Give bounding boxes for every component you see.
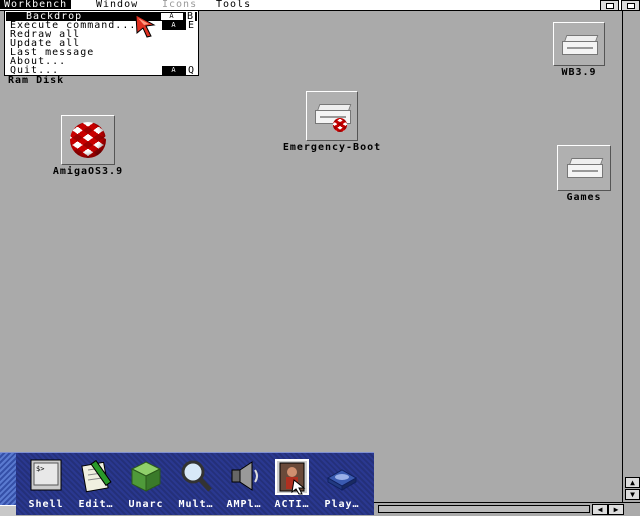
screen-gadgets [598,0,640,11]
menu-tools[interactable]: Tools [212,0,255,10]
amiga-key-icon: A [161,21,186,30]
boot-drive-icon [306,91,358,141]
menu-workbench[interactable]: Workbench [0,0,72,10]
horizontal-scrollbar[interactable]: ◀ ▶ [374,502,640,515]
amiga-key-icon: A [159,12,184,21]
speaker-icon [231,461,258,491]
dock-item-mult[interactable]: Mult… [172,455,220,513]
shortcut: A E [161,20,195,31]
archive-cube-icon [130,461,162,492]
vertical-scrollbar[interactable]: ▲ ▼ [622,10,640,502]
scroll-down-icon[interactable]: ▼ [625,489,640,500]
scroll-left-icon[interactable]: ◀ [592,504,608,515]
depth-gadget-icon[interactable] [600,0,619,11]
boing-ball-icon [61,115,115,165]
dock-menu-icon[interactable] [0,505,16,516]
notepad-icon [81,459,112,493]
dock-drag-handle[interactable] [0,453,16,505]
dock-item-acti[interactable]: ACTI… [268,455,316,513]
dock-label: AMPl… [226,499,262,510]
dock-label: Shell [28,499,64,510]
workbench-menu: Backdrop A B Execute command... A E Redr… [4,10,199,76]
mouse-pointer-icon [135,14,156,38]
dock-item-edit[interactable]: Edit… [72,455,120,513]
svg-text:$>: $> [36,465,44,473]
scroll-track[interactable] [378,505,590,513]
magnifier-icon [181,460,212,492]
dock-bar: $> Shell Edit… Unarc Mult… AMPl… ACTI… P… [0,452,374,516]
shortcut: A Q [161,65,195,76]
amiga-key-icon: A [161,66,186,75]
dock-label: Unarc [128,499,164,510]
dock-item-shell[interactable]: $> Shell [22,455,70,513]
shell-icon: $> [30,459,62,491]
icon-label: Games [566,192,602,203]
dock-item-play[interactable]: Play… [318,455,366,513]
icon-label: WB3.9 [561,67,597,78]
scroll-right-icon[interactable]: ▶ [608,504,624,515]
desktop-icon-emergency-boot[interactable]: Emergency-Boot [272,91,392,153]
dock-label: Mult… [178,499,214,510]
dock-label: ACTI… [274,499,310,510]
desktop-icon-games[interactable]: Games [553,145,615,203]
dock-item-ampl[interactable]: AMPl… [220,455,268,513]
desktop-icon-ram-disk[interactable]: Ram Disk [8,74,64,86]
icon-label: Emergency-Boot [282,142,382,153]
hard-drive-icon [553,22,605,66]
scroll-up-icon[interactable]: ▲ [625,477,640,488]
dock-label: Edit… [78,499,114,510]
icon-label: Ram Disk [8,75,65,86]
menu-icons[interactable]: Icons [158,0,201,10]
desktop-icon-amigaos39[interactable]: AmigaOS3.9 [40,115,136,177]
shortcut-key: E [187,20,195,31]
disc-player-icon [326,469,358,491]
portrait-icon [275,459,309,495]
boing-ball-icon [333,118,347,132]
icon-label: AmigaOS3.9 [52,166,124,177]
desktop-icon-wb39[interactable]: WB3.9 [550,22,608,78]
hard-drive-icon [557,145,611,191]
dock-label: Play… [324,499,360,510]
menu-window[interactable]: Window [92,0,142,10]
shortcut-key: Q [187,65,195,76]
dock-item-unarc[interactable]: Unarc [122,455,170,513]
